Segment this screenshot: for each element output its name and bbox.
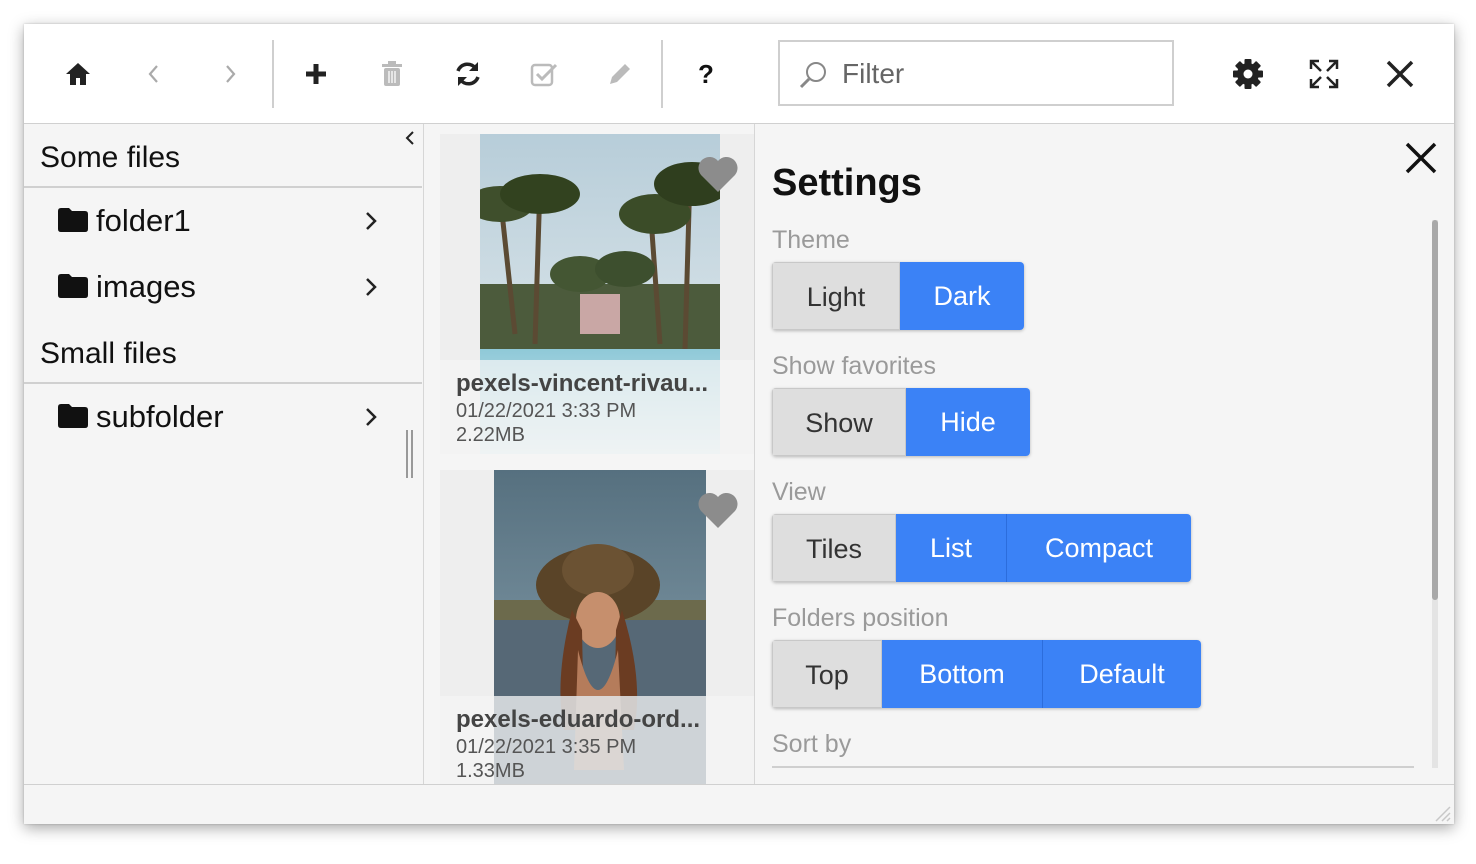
tree-item-label: folder1 <box>96 203 191 238</box>
folders-position-label: Folders position <box>772 604 949 632</box>
refresh-icon <box>456 62 480 86</box>
heart-icon[interactable] <box>696 154 740 194</box>
sidebar-resize-handle[interactable] <box>406 430 413 478</box>
file-name: pexels-vincent-rivau... <box>456 370 709 397</box>
refresh-button[interactable] <box>444 50 492 98</box>
tree-item-label: images <box>96 269 196 304</box>
theme-light-button[interactable]: Light <box>772 262 900 330</box>
expand-icon <box>1309 59 1339 89</box>
file-tile[interactable]: pexels-eduardo-ord... 01/22/2021 3:35 PM… <box>440 470 754 784</box>
close-window-button[interactable] <box>1376 50 1424 98</box>
fullscreen-button[interactable] <box>1300 50 1348 98</box>
tree-group-heading: Small files <box>24 322 422 384</box>
hide-favorites-button[interactable]: Hide <box>906 388 1030 456</box>
back-button[interactable] <box>130 50 178 98</box>
folders-bottom-button[interactable]: Bottom <box>882 640 1042 708</box>
tree-item-subfolder[interactable]: subfolder <box>24 384 422 450</box>
file-list: pexels-vincent-rivau... 01/22/2021 3:33 … <box>424 124 755 784</box>
filter-field[interactable] <box>778 40 1174 106</box>
check-square-icon <box>530 63 558 87</box>
settings-panel: Settings Theme Light Dark Show favorites… <box>755 124 1454 784</box>
file-info: pexels-eduardo-ord... 01/22/2021 3:35 PM… <box>440 696 754 784</box>
toolbar-divider <box>661 40 663 108</box>
resize-grip-icon[interactable] <box>1434 805 1452 823</box>
settings-button[interactable] <box>1224 50 1272 98</box>
close-settings-icon[interactable] <box>1403 140 1439 176</box>
chevron-right-icon <box>366 408 377 426</box>
scrollbar-thumb[interactable] <box>1432 220 1438 600</box>
delete-button[interactable] <box>368 50 416 98</box>
file-date: 01/22/2021 3:33 PM <box>456 400 637 422</box>
folder-icon <box>58 274 88 298</box>
status-bar <box>24 784 1454 824</box>
folder-icon <box>58 208 88 232</box>
show-favorites-button[interactable]: Show <box>772 388 906 456</box>
folders-top-button[interactable]: Top <box>772 640 882 708</box>
folder-icon <box>58 404 88 428</box>
home-button[interactable] <box>54 50 102 98</box>
tree-group-heading: Some files <box>24 126 422 188</box>
help-button[interactable]: ? <box>682 50 730 98</box>
settings-scrollbar[interactable] <box>1432 220 1438 768</box>
plus-icon <box>306 64 326 84</box>
view-compact-button[interactable]: Compact <box>1006 514 1191 582</box>
file-tile[interactable]: pexels-vincent-rivau... 01/22/2021 3:33 … <box>440 134 754 454</box>
gear-icon <box>1233 59 1263 89</box>
folder-tree: Some files folder1 images Small files su… <box>24 124 424 784</box>
sort-by-label: Sort by <box>772 730 852 758</box>
heart-icon[interactable] <box>696 490 740 530</box>
file-name: pexels-eduardo-ord... <box>456 706 701 733</box>
toolbar: ? <box>24 24 1454 124</box>
theme-dark-button[interactable]: Dark <box>900 262 1024 330</box>
select-button[interactable] <box>520 50 568 98</box>
search-icon <box>799 62 826 89</box>
tree-item-label: subfolder <box>96 399 224 434</box>
file-date: 01/22/2021 3:35 PM <box>456 736 637 758</box>
close-icon <box>1386 60 1414 88</box>
trash-icon <box>382 61 402 86</box>
back-icon <box>148 65 158 83</box>
forward-icon <box>226 65 236 83</box>
filter-input[interactable] <box>840 54 1164 94</box>
home-icon <box>66 63 90 85</box>
pencil-icon <box>610 64 630 84</box>
view-list-button[interactable]: List <box>896 514 1006 582</box>
view-toggle: Tiles List Compact <box>772 514 1191 582</box>
file-size: 2.22MB <box>456 424 525 446</box>
folders-position-toggle: Top Bottom Default <box>772 640 1201 708</box>
view-label: View <box>772 478 826 506</box>
add-button[interactable] <box>292 50 340 98</box>
toolbar-divider <box>272 40 274 108</box>
sort-by-divider <box>772 766 1414 768</box>
settings-title: Settings <box>772 162 922 204</box>
rename-button[interactable] <box>596 50 644 98</box>
forward-button[interactable] <box>206 50 254 98</box>
view-tiles-button[interactable]: Tiles <box>772 514 896 582</box>
file-info: pexels-vincent-rivau... 01/22/2021 3:33 … <box>440 360 754 454</box>
file-manager-window: ? Filter Some files folder1 images Small… <box>24 24 1454 824</box>
favorites-label: Show favorites <box>772 352 936 380</box>
tree-item-images[interactable]: images <box>24 254 422 320</box>
favorites-toggle: Show Hide <box>772 388 1030 456</box>
theme-toggle: Light Dark <box>772 262 1024 330</box>
chevron-right-icon <box>366 212 377 230</box>
file-size: 1.33MB <box>456 760 525 782</box>
chevron-right-icon <box>366 278 377 296</box>
theme-label: Theme <box>772 226 850 254</box>
folders-default-button[interactable]: Default <box>1042 640 1201 708</box>
tree-item-folder1[interactable]: folder1 <box>24 188 422 254</box>
